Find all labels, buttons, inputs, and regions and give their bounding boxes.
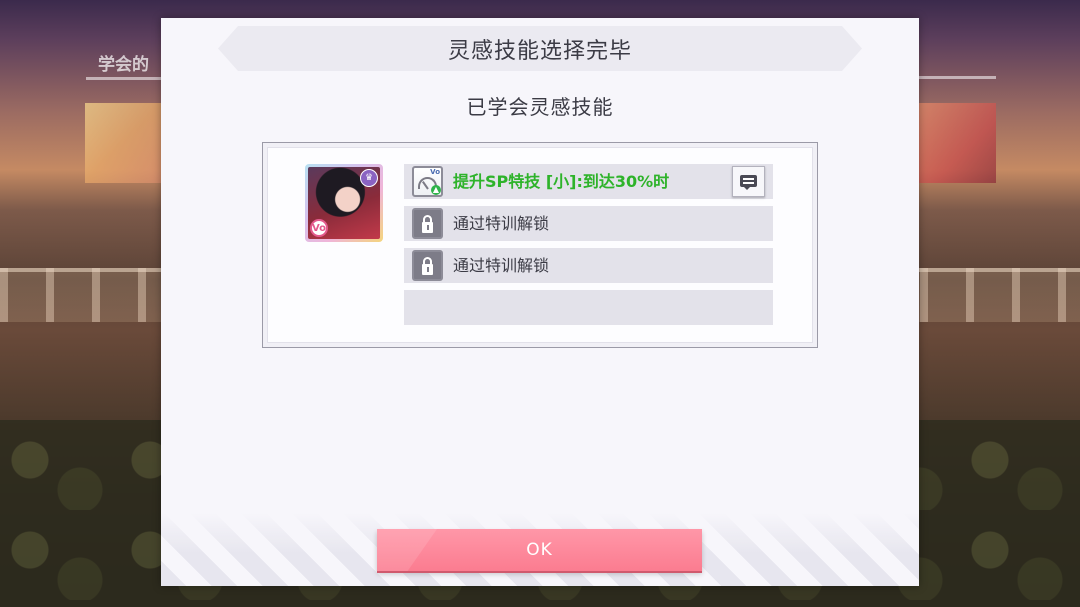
crown-icon: ♛ (360, 169, 378, 187)
background-card-thumbnail (918, 103, 996, 183)
skill-row-locked: 通过特训解锁 (404, 206, 773, 241)
dialog-title: 灵感技能选择完毕 (447, 38, 632, 64)
skill-row-locked: 通过特训解锁 (404, 248, 773, 283)
dialog-subtitle: 已学会灵感技能 (466, 95, 614, 119)
skill-detail-button[interactable] (732, 166, 765, 197)
lock-keyhole (427, 267, 429, 272)
card-portrait[interactable]: Vo ♛ (305, 164, 383, 242)
title-banner: 灵感技能选择完毕 (218, 26, 862, 71)
vo-tag: Vo (430, 168, 440, 176)
background-divider (918, 76, 996, 79)
lock-icon (412, 250, 443, 281)
skill-label: 提升SP特技 [小]:到达30%时 (453, 172, 670, 191)
up-arrow-icon: ▲ (431, 185, 441, 195)
lock-icon (412, 208, 443, 239)
sp-gauge-icon: Vo ▲ (412, 166, 443, 197)
background-card-thumbnail (85, 103, 161, 183)
speech-bubble-tail (743, 186, 751, 190)
ok-button[interactable]: OK (377, 529, 702, 571)
bubble-line (743, 178, 754, 180)
skill-label: 通过特训解锁 (453, 214, 550, 233)
vo-attribute-badge: Vo (310, 219, 328, 237)
card-art: Vo ♛ (308, 167, 380, 239)
lock-keyhole (427, 225, 429, 230)
skill-row-empty (404, 290, 773, 325)
skill-label: 通过特训解锁 (453, 256, 550, 275)
skill-row-learned: Vo ▲ 提升SP特技 [小]:到达30%时 (404, 164, 773, 199)
bubble-line (743, 182, 754, 184)
